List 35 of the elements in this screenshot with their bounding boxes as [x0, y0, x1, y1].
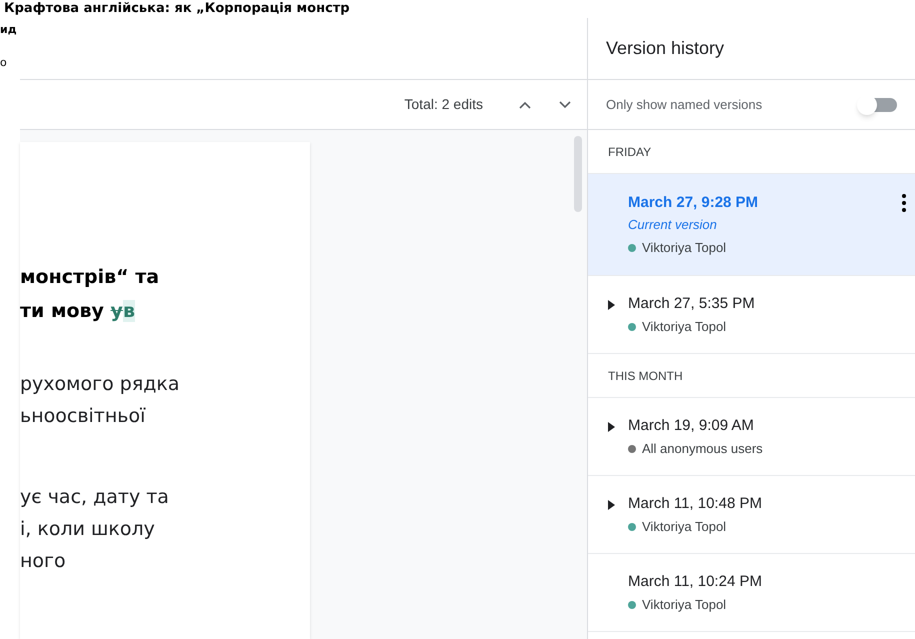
expand-triangle-icon[interactable] — [608, 500, 615, 510]
text-fragment: о — [0, 54, 8, 70]
version-time: March 11, 10:48 PM — [628, 494, 763, 514]
chevron-up-icon — [519, 100, 531, 108]
text-fragment: ид — [0, 22, 18, 38]
author-name: All anonymous users — [642, 440, 763, 458]
version-time: March 27, 9:28 PM — [628, 192, 760, 213]
paragraph-line: ьноосвітньої — [20, 404, 146, 429]
author-name: Viktoriya Topol — [642, 318, 726, 336]
version-item[interactable]: March 27, 9:28 PM Current version Viktoriya Topol — [588, 174, 915, 276]
expand-triangle-icon[interactable] — [608, 422, 615, 432]
paragraph-line: і, коли школу — [20, 517, 156, 542]
author-name: Viktoriya Topol — [642, 238, 726, 257]
expand-triangle-icon[interactable] — [608, 300, 615, 310]
paragraph-line: ного — [20, 549, 67, 574]
toggle-label: Only show named versions — [606, 96, 762, 114]
panel-title: Version history — [606, 37, 724, 60]
version-note: Current version — [628, 216, 718, 234]
version-time: March 27, 5:35 PM — [628, 294, 756, 314]
edit-count: Total: 2 edits — [404, 95, 483, 114]
chevron-down-icon — [559, 100, 571, 108]
scrollbar[interactable] — [574, 136, 582, 212]
paragraph-line: рухомого рядка — [20, 372, 181, 397]
group-label: THIS MONTH — [608, 368, 683, 384]
document-title: Крафтова англійська: як „Корпорація монстр — [4, 0, 350, 18]
group-label: FRIDAY — [608, 144, 652, 160]
paragraph-line: ує час, дату та — [20, 485, 170, 510]
heading-line: ти мову ув — [20, 299, 136, 324]
author-name: Viktoriya Topol — [642, 596, 726, 614]
author-name: Viktoriya Topol — [642, 518, 726, 536]
named-versions-toggle[interactable] — [857, 92, 897, 116]
version-time: March 11, 10:24 PM — [628, 572, 763, 592]
more-options-icon[interactable] — [902, 194, 906, 212]
version-time: March 19, 9:09 AM — [628, 416, 755, 436]
heading-line: монстрів“ та — [20, 265, 160, 290]
